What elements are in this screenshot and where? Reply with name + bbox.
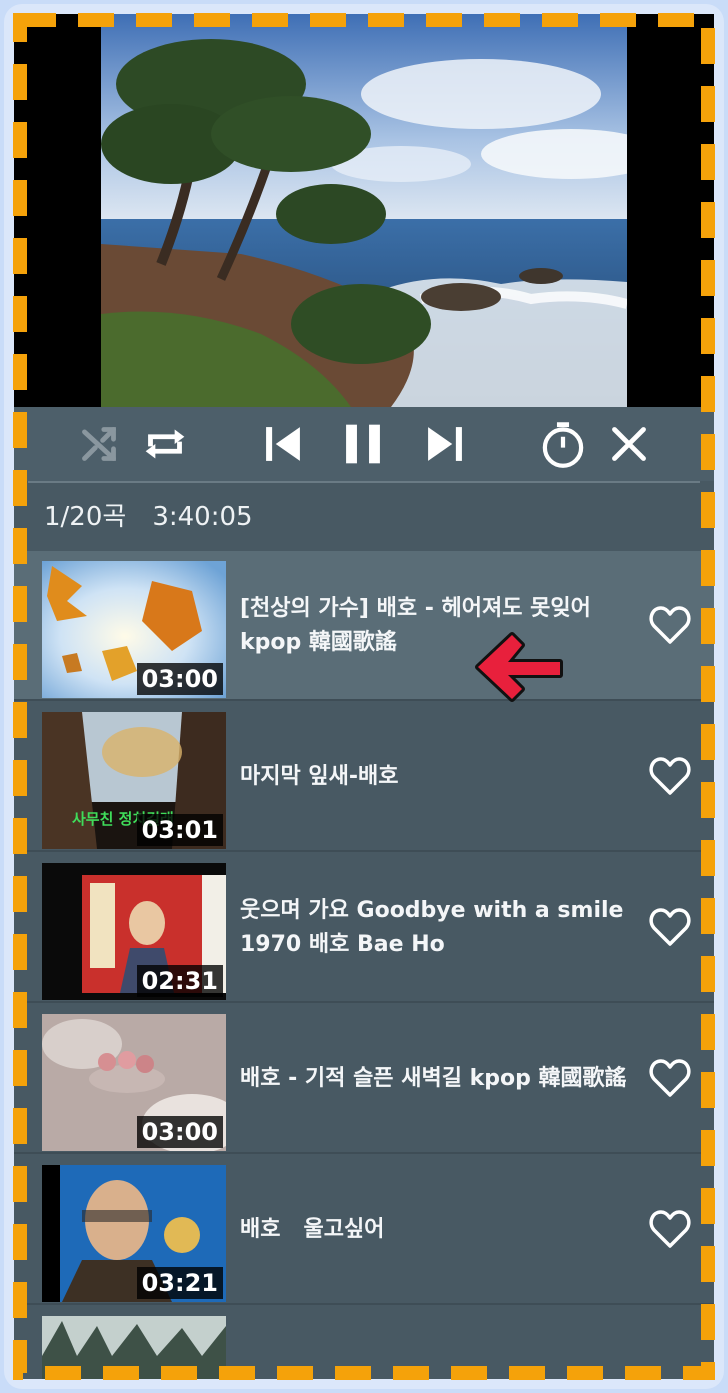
total-duration: 3:40:05	[152, 502, 253, 532]
heart-outline-icon[interactable]	[646, 1205, 694, 1253]
video-thumbnail: 03:00	[42, 561, 226, 698]
list-item[interactable]: 03:00 배호 - 기적 슬픈 새벽길 kpop 韓國歌謠	[14, 1004, 714, 1154]
playback-controls	[14, 407, 714, 481]
video-thumbnail	[42, 1316, 226, 1379]
duration-badge: 03:21	[136, 1267, 223, 1299]
skip-next-icon[interactable]	[416, 415, 474, 473]
video-thumbnail: 02:31	[42, 863, 226, 1000]
video-title: 배호 울고싶어	[240, 1217, 385, 1242]
duration-badge: 03:01	[136, 814, 223, 846]
stopwatch-icon[interactable]	[534, 415, 592, 473]
video-thumbnail: 사무친 정치길래 03:01	[42, 712, 226, 849]
track-count: 1/20곡	[44, 502, 127, 532]
list-item[interactable]: 사무친 정치길래 03:01 마지막 잎새-배호	[14, 702, 714, 852]
video-title: 웃으며 가요 Goodbye with a smile 1970 배호 Bae …	[240, 898, 632, 957]
list-item[interactable]: 02:31 웃으며 가요 Goodbye with a smile 1970 배…	[14, 853, 714, 1003]
playlist-summary: 1/20곡 3:40:05	[14, 483, 714, 551]
video-frame-image	[101, 14, 627, 407]
video-title: [천상의 가수] 배호 - 헤어져도 못잊어 kpop 韓國歌謠	[240, 596, 599, 655]
duration-badge: 03:00	[136, 1116, 223, 1148]
repeat-icon[interactable]	[136, 415, 194, 473]
duration-badge: 03:00	[136, 663, 223, 695]
video-thumbnail: 03:00	[42, 1014, 226, 1151]
music-player-panel: 1/20곡 3:40:05 03:00 [천상의 가수] 배호 - 헤어져도 못잊…	[14, 14, 714, 1379]
video-thumbnail: 03:21	[42, 1165, 226, 1302]
list-item[interactable]: 03:00 [천상의 가수] 배호 - 헤어져도 못잊어 kpop 韓國歌謠	[14, 551, 714, 701]
duration-badge: 02:31	[136, 965, 223, 997]
close-icon[interactable]	[600, 415, 658, 473]
heart-outline-icon[interactable]	[646, 903, 694, 951]
video-player[interactable]	[14, 14, 714, 407]
video-title: 마지막 잎새-배호	[240, 764, 399, 789]
heart-outline-icon[interactable]	[646, 1054, 694, 1102]
skip-previous-icon[interactable]	[254, 415, 312, 473]
heart-outline-icon[interactable]	[646, 752, 694, 800]
video-title: 배호 - 기적 슬픈 새벽길 kpop 韓國歌謠	[240, 1066, 627, 1091]
shuffle-icon[interactable]	[70, 415, 128, 473]
list-item[interactable]	[14, 1306, 714, 1379]
heart-outline-icon[interactable]	[646, 601, 694, 649]
list-item[interactable]: 03:21 배호 울고싶어	[14, 1155, 714, 1305]
pause-icon[interactable]	[334, 415, 392, 473]
